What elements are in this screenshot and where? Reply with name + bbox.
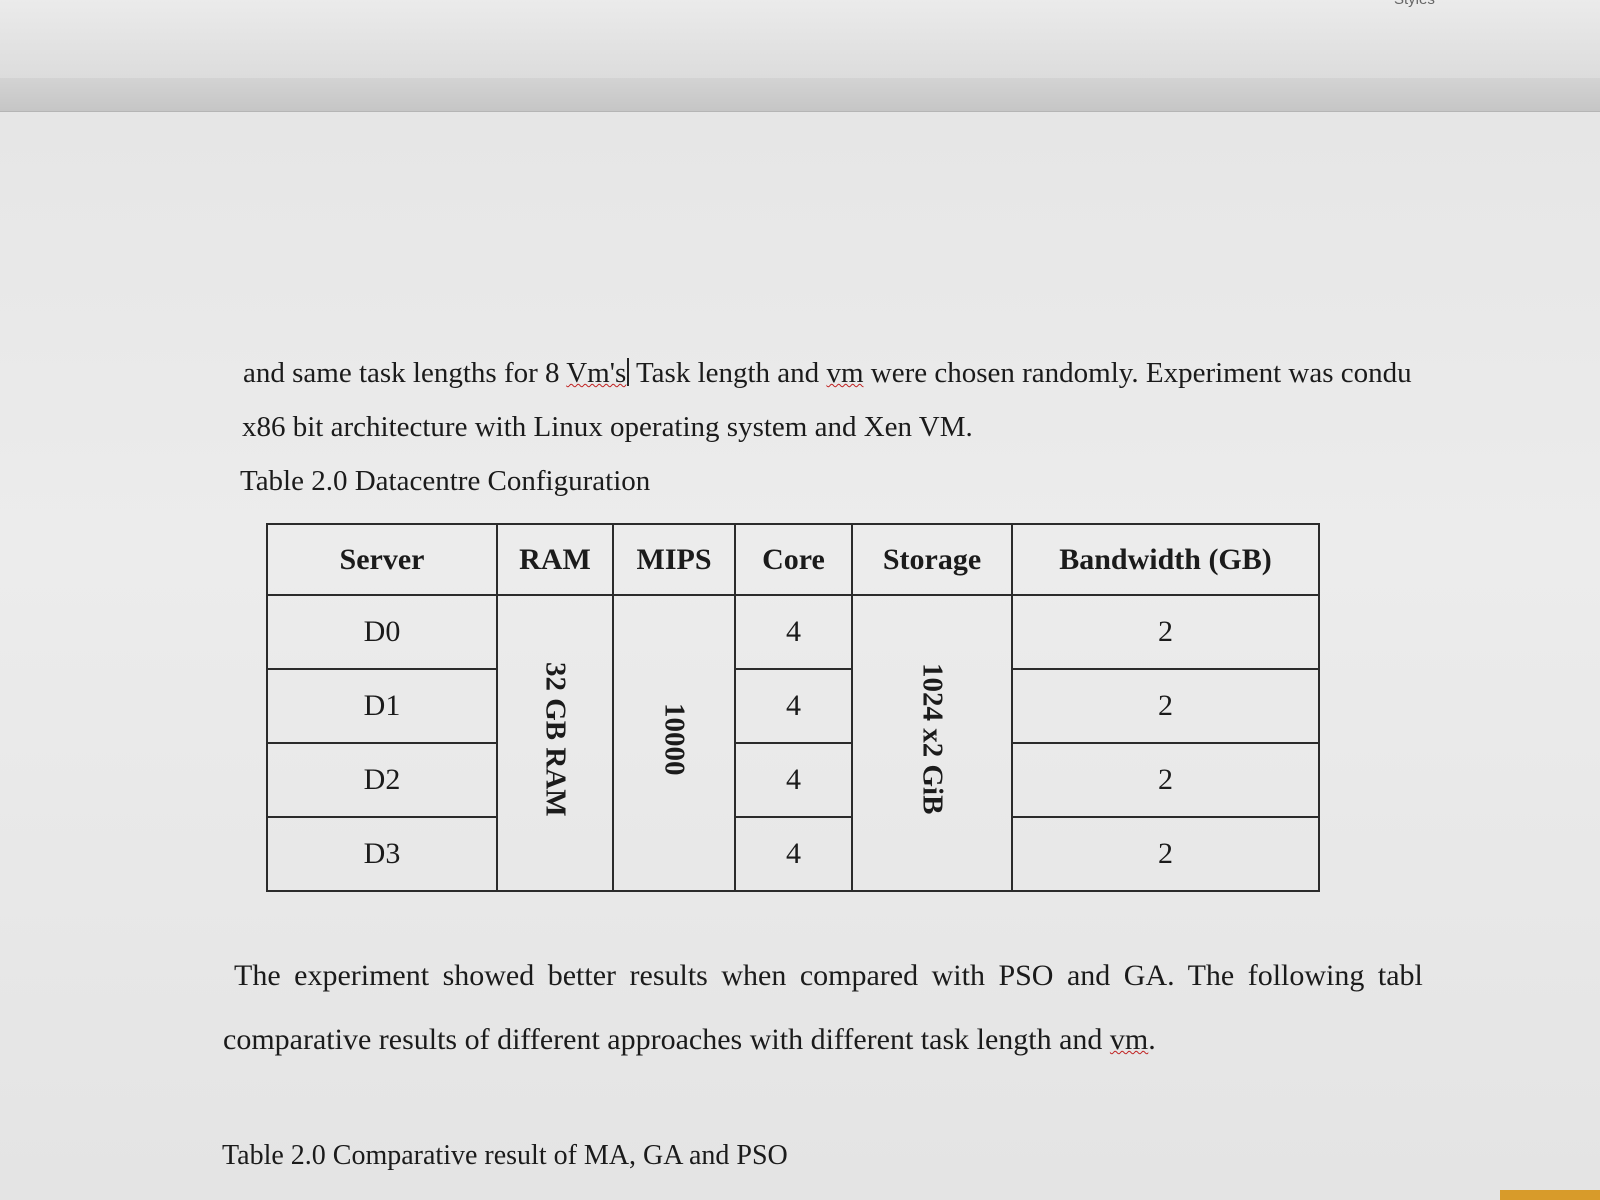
- table-row: D1 4 2: [266, 668, 1320, 744]
- taskbar-strip: [1500, 1190, 1600, 1200]
- text-run: Task length and: [629, 357, 827, 389]
- storage-value: 1024 x2 GiB: [916, 663, 949, 815]
- table-row: D2 4 2: [266, 742, 1320, 818]
- misspelled-word-vm[interactable]: vm: [826, 357, 863, 389]
- text-run: and same task lengths for 8: [243, 357, 567, 389]
- cell-server: D3: [266, 816, 498, 892]
- paragraph-task-lengths: and same task lengths for 8 Vm's Task le…: [243, 358, 1412, 388]
- cell-mips-merged: 10000: [612, 594, 736, 892]
- header-bandwidth: Bandwidth (GB): [1011, 523, 1320, 596]
- text-run: comparative results of different approac…: [223, 1023, 1110, 1056]
- cell-core: 4: [734, 816, 853, 892]
- cell-ram-merged: 32 GB RAM: [496, 594, 614, 892]
- paragraph-experiment-results: The experiment showed better results whe…: [234, 959, 1423, 992]
- paragraph-architecture: x86 bit architecture with Linux operatin…: [242, 411, 973, 443]
- datacentre-configuration-table: Server RAM MIPS Core Storage Bandwidth (…: [266, 523, 1320, 892]
- table-header-row: Server RAM MIPS Core Storage Bandwidth (…: [266, 523, 1320, 596]
- misspelled-word-vms[interactable]: Vm's: [566, 357, 626, 389]
- horizontal-ruler[interactable]: [0, 78, 1600, 112]
- header-server: Server: [266, 523, 498, 596]
- paragraph-comparative: comparative results of different approac…: [223, 1025, 1156, 1055]
- table-caption-datacentre: Table 2.0 Datacentre Configuration: [240, 465, 651, 497]
- table-caption-comparative: Table 2.0 Comparative result of MA, GA a…: [222, 1140, 788, 1171]
- cell-core: 4: [734, 594, 853, 670]
- cell-bandwidth: 2: [1011, 594, 1320, 670]
- cell-core: 4: [734, 668, 853, 744]
- text-run: were chosen randomly. Experiment was con…: [863, 357, 1412, 389]
- cell-bandwidth: 2: [1011, 742, 1320, 818]
- table-row: D3 4 2: [266, 816, 1320, 892]
- cell-server: D2: [266, 742, 498, 818]
- text-run: .: [1148, 1023, 1156, 1056]
- mips-value: 10000: [658, 702, 691, 776]
- cell-server: D0: [266, 594, 498, 670]
- cell-bandwidth: 2: [1011, 668, 1320, 744]
- cell-server: D1: [266, 668, 498, 744]
- styles-group-label[interactable]: Styles: [1394, 0, 1435, 8]
- header-storage: Storage: [851, 523, 1013, 596]
- header-mips: MIPS: [612, 523, 736, 596]
- misspelled-word-vm[interactable]: vm: [1110, 1023, 1148, 1056]
- cell-core: 4: [734, 742, 853, 818]
- cell-bandwidth: 2: [1011, 816, 1320, 892]
- ribbon-toolbar: Styles: [0, 0, 1600, 79]
- header-ram: RAM: [496, 523, 614, 596]
- cell-storage-merged: 1024 x2 GiB: [851, 594, 1013, 892]
- ram-value: 32 GB RAM: [539, 661, 572, 817]
- table-row: D0 32 GB RAM 10000 4 1024 x2 GiB 2: [266, 594, 1320, 892]
- header-core: Core: [734, 523, 853, 596]
